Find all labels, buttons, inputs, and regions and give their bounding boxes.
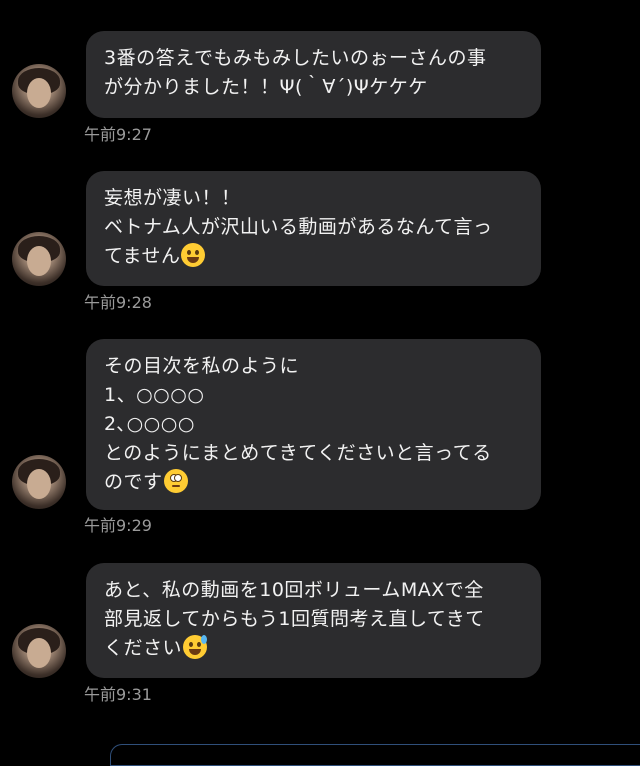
message-bubble[interactable]: あと、私の動画を10回ボリュームMAXで全 部見返してからもう1回質問考え直して… (86, 563, 541, 678)
message-text: 3番の答えでもみもみしたいのぉーさんの事 が分かりました！！Ψ(｀∀´)Ψケケケ (104, 47, 487, 98)
message-input-bar[interactable] (110, 744, 640, 766)
avatar[interactable] (12, 455, 66, 509)
message-bubble[interactable]: 妄想が凄い！！ ベトナム人が沢山いる動画があるなんて言っ てません (86, 171, 541, 286)
grinning-face-with-sweat-emoji-icon (183, 635, 208, 659)
message-timestamp: 午前9:29 (84, 516, 152, 535)
avatar[interactable] (12, 232, 66, 286)
avatar[interactable] (12, 624, 66, 678)
message-bubble[interactable]: 3番の答えでもみもみしたいのぉーさんの事 が分かりました！！Ψ(｀∀´)Ψケケケ (86, 31, 541, 118)
avatar[interactable] (12, 64, 66, 118)
message-text: その目次を私のように 1、○○○○ 2､○○○○ とのようにまとめてきてください… (104, 355, 492, 493)
message-timestamp: 午前9:27 (84, 125, 152, 144)
face-with-rolling-eyes-emoji-icon (163, 469, 188, 493)
rolling-on-floor-laughing-emoji-icon (181, 243, 206, 267)
message-timestamp: 午前9:28 (84, 293, 152, 312)
message-timestamp: 午前9:31 (84, 685, 152, 704)
message-bubble[interactable]: その目次を私のように 1、○○○○ 2､○○○○ とのようにまとめてきてください… (86, 339, 541, 510)
message-text: あと、私の動画を10回ボリュームMAXで全 部見返してからもう1回質問考え直して… (104, 579, 485, 659)
message-text: 妄想が凄い！！ ベトナム人が沢山いる動画があるなんて言っ てません (104, 187, 493, 267)
